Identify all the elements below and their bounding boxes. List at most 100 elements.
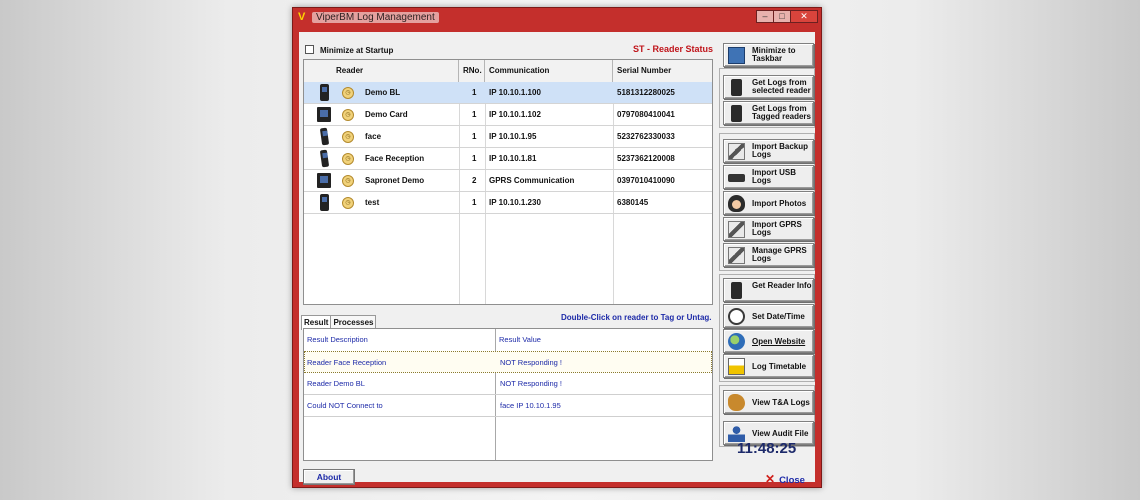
window-title: ViperBM Log Management — [312, 12, 439, 23]
get-logs-tagged-label: Get Logs from Tagged readers — [752, 104, 811, 121]
reader-serial: 6380145 — [617, 198, 649, 207]
reader-communication: IP 10.10.1.100 — [489, 88, 541, 97]
col-result-value[interactable]: Result Value — [496, 329, 713, 351]
get-logs-tagged-button[interactable]: Get Logs from Tagged readers — [723, 101, 814, 125]
result-tabs: Result Processes — [301, 312, 377, 330]
window-icon — [728, 47, 745, 64]
reader-device-icon — [731, 79, 742, 96]
clock-status-icon: ◷ — [342, 175, 354, 187]
reader-row[interactable]: ◷ Face Reception 1 IP 10.10.1.81 5237362… — [304, 148, 712, 170]
client-area: Minimize at Startup ST - Reader Status R… — [299, 32, 815, 486]
clock-status-icon: ◷ — [342, 197, 354, 209]
reader-rno: 2 — [472, 176, 477, 185]
result-row[interactable]: Reader Demo BL NOT Responding ! — [304, 373, 712, 395]
clock-status-icon: ◷ — [342, 87, 354, 99]
manage-gprs-logs-label: Manage GPRS Logs — [752, 246, 807, 263]
reader-table[interactable]: Reader RNo. Communication Serial Number … — [303, 59, 713, 305]
reader-serial: 0397010410090 — [617, 176, 675, 185]
main-window: V ViperBM Log Management – □ ✕ Minimize … — [292, 7, 822, 488]
reader-communication: IP 10.10.1.95 — [489, 132, 537, 141]
result-row[interactable]: Could NOT Connect to face IP 10.10.1.95 — [304, 395, 712, 417]
app-logo-icon: V — [298, 11, 306, 23]
open-website-label: Open Website — [752, 337, 806, 346]
reader-name: Demo Card — [365, 110, 408, 119]
reader-row[interactable]: ◷ Sapronet Demo 2 GPRS Communication 039… — [304, 170, 712, 192]
import-backup-logs-label: Import Backup Logs — [752, 142, 809, 159]
chart-icon — [728, 358, 745, 375]
view-ta-logs-label: View T&A Logs — [752, 398, 810, 407]
face-photo-icon — [728, 195, 745, 212]
result-table[interactable]: Result Description Result Value Reader F… — [303, 328, 713, 461]
col-reader[interactable]: Reader — [304, 60, 459, 82]
minimize-to-taskbar-label: Minimize to Taskbar — [752, 46, 796, 63]
get-reader-info-label: Get Reader Info — [752, 281, 812, 290]
reader-communication: IP 10.10.1.102 — [489, 110, 541, 119]
reader-serial: 5181312280025 — [617, 88, 675, 97]
reader-name: Face Reception — [365, 154, 425, 163]
import-photos-label: Import Photos — [752, 199, 807, 208]
result-row[interactable]: Reader Face Reception NOT Responding ! — [304, 351, 712, 373]
about-button[interactable]: About — [303, 469, 355, 485]
minimize-startup-label: Minimize at Startup — [320, 46, 394, 55]
reader-rno: 1 — [472, 88, 477, 97]
reader-device-icon — [320, 194, 329, 211]
reader-name: Sapronet Demo — [365, 176, 425, 185]
result-value: face IP 10.10.1.95 — [500, 401, 561, 410]
view-audit-file-label: View Audit File — [752, 429, 809, 438]
close-icon: ✕ — [765, 472, 776, 486]
reader-device-icon — [319, 149, 330, 168]
get-logs-selected-button[interactable]: Get Logs from selected reader — [723, 75, 814, 99]
reader-row[interactable]: ◷ Demo BL 1 IP 10.10.1.100 5181312280025 — [304, 82, 712, 104]
hand-icon — [728, 394, 745, 411]
close-button[interactable]: ✕ Close — [765, 472, 805, 486]
col-serial[interactable]: Serial Number — [613, 60, 712, 82]
checkbox-box[interactable] — [305, 45, 314, 54]
import-usb-logs-button[interactable]: Import USB Logs — [723, 165, 814, 189]
minimize-window-button[interactable]: – — [756, 10, 774, 23]
view-ta-logs-button[interactable]: View T&A Logs — [723, 390, 814, 414]
reader-serial: 5232762330033 — [617, 132, 675, 141]
import-backup-logs-button[interactable]: Import Backup Logs — [723, 139, 814, 163]
result-description: Reader Face Reception — [307, 358, 387, 367]
manage-gprs-logs-button[interactable]: Manage GPRS Logs — [723, 243, 814, 267]
import-usb-logs-label: Import USB Logs — [752, 168, 796, 185]
reader-device-icon — [317, 107, 331, 122]
set-date-time-label: Set Date/Time — [752, 312, 805, 321]
title-bar[interactable]: V ViperBM Log Management – □ ✕ — [293, 8, 821, 27]
reader-row[interactable]: ◷ test 1 IP 10.10.1.230 6380145 — [304, 192, 712, 214]
open-website-button[interactable]: Open Website — [723, 329, 814, 353]
reader-status-title: ST - Reader Status — [633, 44, 714, 54]
set-date-time-button[interactable]: Set Date/Time — [723, 304, 814, 328]
log-timetable-button[interactable]: Log Timetable — [723, 354, 814, 378]
reader-row[interactable]: ◷ face 1 IP 10.10.1.95 5232762330033 — [304, 126, 712, 148]
pencil-icon — [728, 247, 745, 264]
reader-name: Demo BL — [365, 88, 401, 97]
get-reader-info-button[interactable]: Get Reader Info — [723, 278, 814, 302]
globe-icon — [728, 333, 745, 350]
minimize-startup-checkbox[interactable]: Minimize at Startup — [305, 45, 393, 55]
clock-status-icon: ◷ — [342, 131, 354, 143]
reader-table-header: Reader RNo. Communication Serial Number — [304, 60, 712, 83]
minimize-to-taskbar-button[interactable]: Minimize to Taskbar — [723, 43, 814, 67]
import-gprs-logs-button[interactable]: Import GPRS Logs — [723, 217, 814, 241]
maximize-window-button[interactable]: □ — [773, 10, 791, 23]
col-result-description[interactable]: Result Description — [304, 329, 495, 351]
reader-communication: IP 10.10.1.81 — [489, 154, 537, 163]
reader-device-icon — [731, 282, 742, 299]
reader-rno: 1 — [472, 132, 477, 141]
col-communication[interactable]: Communication — [485, 60, 613, 82]
reader-device-icon — [319, 127, 330, 146]
reader-communication: IP 10.10.1.230 — [489, 198, 541, 207]
close-label: Close — [779, 475, 805, 486]
reader-device-icon — [731, 105, 742, 122]
reader-row[interactable]: ◷ Demo Card 1 IP 10.10.1.102 07970804100… — [304, 104, 712, 126]
reader-device-icon — [320, 84, 329, 101]
close-window-button[interactable]: ✕ — [790, 10, 818, 23]
col-rno[interactable]: RNo. — [459, 60, 485, 82]
result-description: Could NOT Connect to — [307, 401, 383, 410]
reader-communication: GPRS Communication — [489, 176, 575, 185]
pencil-icon — [728, 221, 745, 238]
tag-hint-text: Double-Click on reader to Tag or Untag. — [561, 313, 712, 322]
import-photos-button[interactable]: Import Photos — [723, 191, 814, 215]
clock-status-icon: ◷ — [342, 109, 354, 121]
